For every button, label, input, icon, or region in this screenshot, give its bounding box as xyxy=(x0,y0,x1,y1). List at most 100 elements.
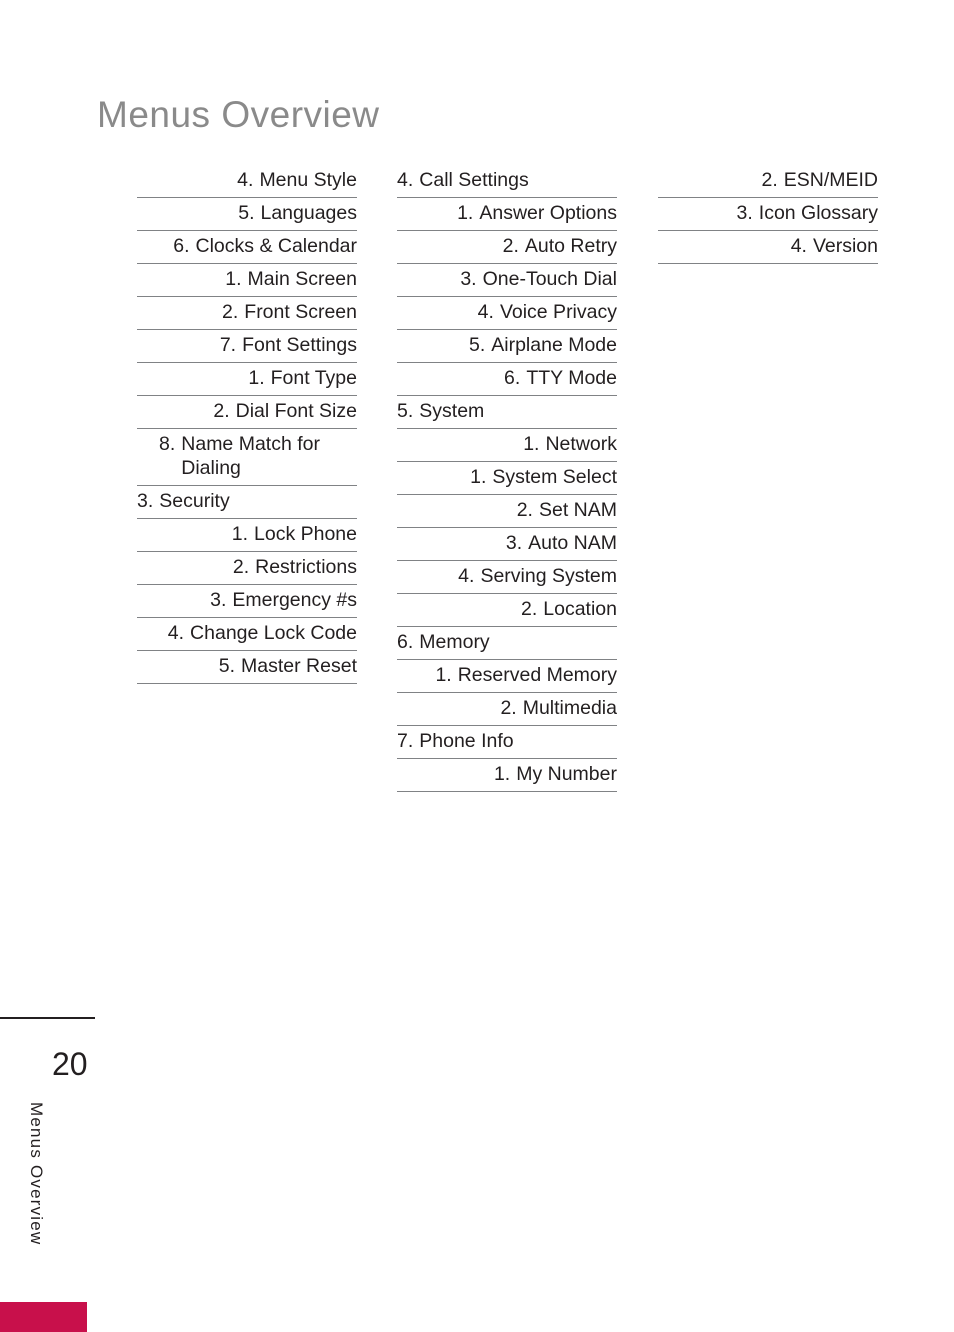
menu-entry-inner: 7. Phone Info xyxy=(397,729,514,753)
menu-entry-inner: 2. Auto Retry xyxy=(503,234,617,258)
menu-entry-number: 4. xyxy=(477,301,494,323)
menu-entry[interactable]: 1. Answer Options xyxy=(397,198,617,231)
menu-entry[interactable]: 2. Restrictions xyxy=(137,552,357,585)
menu-entry-inner: 1. Lock Phone xyxy=(232,522,357,546)
menu-entry-number: 6. xyxy=(397,631,414,653)
menu-entry[interactable]: 2. Front Screen xyxy=(137,297,357,330)
menu-entry-label: Restrictions xyxy=(255,556,357,578)
menu-entry-label: Set NAM xyxy=(538,499,617,521)
menu-entry-label: Dial Font Size xyxy=(235,400,357,422)
menu-entry-label: One-Touch Dial xyxy=(482,268,617,290)
menu-entry[interactable]: 2. Location xyxy=(397,594,617,627)
menu-entry[interactable]: 5. Master Reset xyxy=(137,651,357,684)
menu-entry[interactable]: 2. Multimedia xyxy=(397,693,617,726)
menu-entry[interactable]: 4. Version xyxy=(658,231,878,264)
menu-entry[interactable]: 8. Name Match for Dialing xyxy=(137,429,357,486)
menu-entry[interactable]: 6. Clocks & Calendar xyxy=(137,231,357,264)
menu-entry-inner: 4. Menu Style xyxy=(237,168,357,192)
menu-entry-inner: 3. Emergency #s xyxy=(210,588,357,612)
menu-entry-label: Font Type xyxy=(270,367,357,389)
menu-entry[interactable]: 3. Security xyxy=(137,486,357,519)
menu-entry-label: Main Screen xyxy=(247,268,357,290)
menu-entry-label: Location xyxy=(543,598,617,620)
menu-entry[interactable]: 5. Languages xyxy=(137,198,357,231)
menu-entry-label: Front Screen xyxy=(244,301,357,323)
menu-entry[interactable]: 1. Lock Phone xyxy=(137,519,357,552)
menu-entry-label: Multimedia xyxy=(522,697,617,719)
menu-entry-inner: 2. Front Screen xyxy=(222,300,357,324)
menu-entry[interactable]: 4. Change Lock Code xyxy=(137,618,357,651)
menu-entry-label: Clocks & Calendar xyxy=(195,235,357,257)
menu-entry-number: 5. xyxy=(468,334,486,356)
menu-entry-inner: 7. Font Settings xyxy=(220,333,357,357)
menu-entry[interactable]: 7. Phone Info xyxy=(397,726,617,759)
menu-entry[interactable]: 2. Dial Font Size xyxy=(137,396,357,429)
menu-entry-inner: 4. Serving System xyxy=(458,564,617,588)
menu-entry[interactable]: 3. One-Touch Dial xyxy=(397,264,617,297)
menu-entry[interactable]: 3. Auto NAM xyxy=(397,528,617,561)
menu-entry[interactable]: 5. System xyxy=(397,396,617,429)
menu-entry-label: Lock Phone xyxy=(254,523,357,545)
menu-entry-number: 1. xyxy=(248,367,265,389)
menu-entry[interactable]: 7. Font Settings xyxy=(137,330,357,363)
menu-entry-number: 3. xyxy=(505,532,523,554)
menu-entry-inner: 3. Icon Glossary xyxy=(737,201,878,225)
menu-entry-inner: 6. Memory xyxy=(397,630,490,654)
menu-entry-number: 1. xyxy=(231,523,248,545)
menu-entry-number: 8. xyxy=(159,433,176,455)
menu-entry-inner: 6. TTY Mode xyxy=(504,366,617,390)
menu-entry[interactable]: 1. System Select xyxy=(397,462,617,495)
menu-entry-number: 1. xyxy=(435,664,452,686)
menu-entry-number: 1. xyxy=(523,433,540,455)
menu-entry[interactable]: 6. TTY Mode xyxy=(397,363,617,396)
menu-entry-inner: 1. Font Type xyxy=(248,366,357,390)
menu-entry-label: System xyxy=(419,400,485,422)
menu-entry-number: 2. xyxy=(521,598,538,620)
menu-entry-label: Serving System xyxy=(480,565,617,587)
menu-entry-label: Name Match for Dialing xyxy=(181,433,320,479)
menu-entry-number: 5. xyxy=(218,655,236,677)
menu-entry[interactable]: 1. Network xyxy=(397,429,617,462)
menu-entry[interactable]: 1. Font Type xyxy=(137,363,357,396)
menu-entry[interactable]: 4. Call Settings xyxy=(397,165,617,198)
menu-entry[interactable]: 1. My Number xyxy=(397,759,617,792)
menu-entry[interactable]: 3. Emergency #s xyxy=(137,585,357,618)
menu-entry-inner: 1. My Number xyxy=(494,762,617,786)
menu-entry-inner: 4. Voice Privacy xyxy=(478,300,617,324)
menu-entry-number: 5. xyxy=(397,400,414,422)
menu-entry-inner: 2. Dial Font Size xyxy=(213,399,357,423)
menu-entry-number: 1. xyxy=(457,202,474,224)
menu-entry-number: 2. xyxy=(500,697,517,719)
menu-entry-number: 4. xyxy=(397,169,414,191)
side-tab-color-swatch xyxy=(0,1302,87,1332)
menu-entry[interactable]: 1. Main Screen xyxy=(137,264,357,297)
menu-entry-number: 2. xyxy=(222,301,239,323)
menu-entry[interactable]: 4. Voice Privacy xyxy=(397,297,617,330)
menu-entry[interactable]: 2. Auto Retry xyxy=(397,231,617,264)
menu-entry-inner: 6. Clocks & Calendar xyxy=(173,234,357,258)
menu-entry-inner: 3. One-Touch Dial xyxy=(460,267,617,291)
menu-entry-inner: 2. Location xyxy=(521,597,617,621)
menu-entry[interactable]: 6. Memory xyxy=(397,627,617,660)
menu-entry-number: 3. xyxy=(137,490,154,512)
menu-entry-label: Languages xyxy=(260,202,357,224)
menu-entry-inner: 2. Multimedia xyxy=(500,696,617,720)
menu-entry[interactable]: 2. ESN/MEID xyxy=(658,165,878,198)
menu-entry-label: Master Reset xyxy=(241,655,357,677)
menu-entry-number: 2. xyxy=(232,556,250,578)
menu-entry[interactable]: 4. Menu Style xyxy=(137,165,357,198)
menu-entry-label: Memory xyxy=(419,631,490,653)
menu-entry-inner: 2. ESN/MEID xyxy=(761,168,878,192)
menu-entry-inner: 2. Restrictions xyxy=(233,555,357,579)
menu-entry-number: 4. xyxy=(237,169,254,191)
menu-entry-label: Security xyxy=(159,490,230,512)
menu-entry[interactable]: 5. Airplane Mode xyxy=(397,330,617,363)
menu-entry[interactable]: 1. Reserved Memory xyxy=(397,660,617,693)
menu-entry-label: Airplane Mode xyxy=(491,334,617,356)
menu-entry-number: 4. xyxy=(458,565,475,587)
menu-entry[interactable]: 3. Icon Glossary xyxy=(658,198,878,231)
menu-entry[interactable]: 2. Set NAM xyxy=(397,495,617,528)
menu-column: 2. ESN/MEID 3. Icon Glossary 4. Version xyxy=(658,165,878,264)
footer-divider xyxy=(0,1017,95,1019)
menu-entry[interactable]: 4. Serving System xyxy=(397,561,617,594)
